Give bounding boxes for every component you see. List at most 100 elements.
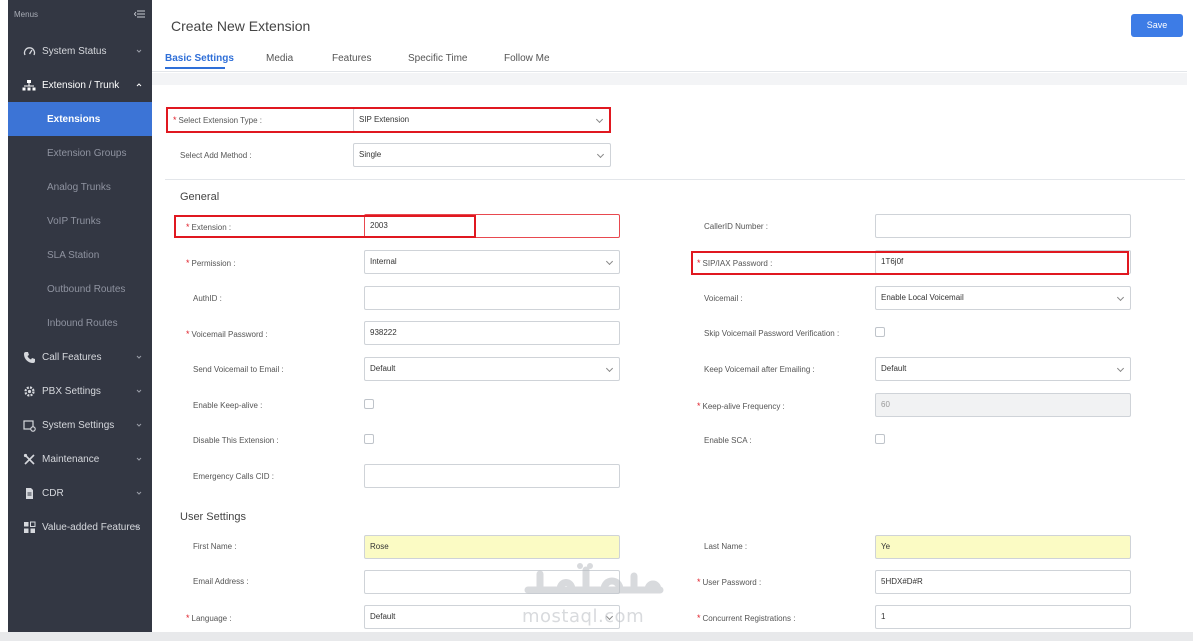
- keepalive-freq-input[interactable]: 60: [875, 393, 1131, 417]
- first-name-input[interactable]: Rose: [364, 535, 620, 559]
- section-user-settings-title: User Settings: [180, 511, 247, 523]
- add-method-label: Select Add Method :: [180, 151, 252, 160]
- first-name-label: First Name :: [193, 542, 237, 551]
- chevron-up-icon: [136, 83, 142, 87]
- sidebar-subitem-extensions[interactable]: Extensions: [8, 102, 152, 136]
- required-marker: *: [697, 401, 701, 411]
- keepalive-freq-label: * Keep-alive Frequency :: [697, 401, 785, 411]
- sca-checkbox[interactable]: [875, 434, 885, 444]
- required-marker: *: [697, 577, 701, 587]
- chevron-down-icon: [1116, 364, 1125, 373]
- authid-label: AuthID :: [193, 294, 222, 303]
- gauge-icon: [22, 44, 36, 58]
- sidebar-item-pbx-settings[interactable]: PBX Settings: [8, 374, 152, 408]
- gear-icon: [22, 384, 36, 398]
- chevron-down-icon: [136, 355, 142, 359]
- last-name-label: Last Name :: [704, 542, 748, 551]
- keep-vm-select[interactable]: Default: [875, 357, 1131, 381]
- user-password-label: * User Password :: [697, 577, 762, 587]
- chevron-down-icon: [136, 423, 142, 427]
- sidebar-item-label: CDR: [42, 488, 64, 499]
- chevron-down-icon: [596, 150, 605, 159]
- tab-specific-time[interactable]: Specific Time: [408, 53, 467, 64]
- chevron-down-icon: [605, 257, 614, 266]
- callerid-label: CallerID Number :: [704, 222, 769, 231]
- watermark-arabic-glyph: [524, 563, 664, 594]
- tab-media[interactable]: Media: [266, 53, 293, 64]
- concurrent-input[interactable]: 1: [875, 605, 1131, 629]
- permission-select[interactable]: Internal: [364, 250, 620, 274]
- add-method-select[interactable]: Single: [353, 143, 611, 167]
- disable-extension-checkbox[interactable]: [364, 434, 374, 444]
- content-header-band: [152, 73, 1187, 85]
- menus-title: Menus: [14, 10, 39, 19]
- wrench-icon: [22, 452, 36, 466]
- grid-icon: [22, 520, 36, 534]
- keepalive-label: Enable Keep-alive :: [193, 401, 263, 410]
- sidebar-subitem-analog-trunks[interactable]: Analog Trunks: [8, 170, 152, 204]
- emergency-cid-label: Emergency Calls CID :: [193, 472, 274, 481]
- document-icon: [22, 486, 36, 500]
- ext-type-select[interactable]: SIP Extension: [353, 108, 610, 132]
- required-marker: *: [186, 329, 190, 339]
- tab-follow-me[interactable]: Follow Me: [504, 53, 550, 64]
- sip-password-input[interactable]: 1T6j0f: [875, 250, 1131, 274]
- keep-vm-label: Keep Voicemail after Emailing :: [704, 365, 815, 374]
- page-title: Create New Extension: [171, 18, 311, 34]
- tab-basic-settings[interactable]: Basic Settings: [165, 53, 234, 64]
- sidebar-subitem-extension-groups[interactable]: Extension Groups: [8, 136, 152, 170]
- keepalive-checkbox[interactable]: [364, 399, 374, 409]
- sip-password-label: * SIP/IAX Password :: [697, 258, 773, 268]
- sidebar-subitem-sla-station[interactable]: SLA Station: [8, 238, 152, 272]
- sidebar-item-extension-trunk[interactable]: Extension / Trunk: [8, 68, 152, 102]
- settings-screen-icon: [22, 418, 36, 432]
- sidebar-item-system-settings[interactable]: System Settings: [8, 408, 152, 442]
- active-tab-indicator: [165, 67, 225, 69]
- chevron-down-icon: [136, 49, 142, 53]
- divider: [165, 179, 1185, 180]
- extension-input[interactable]: 2003: [364, 214, 620, 238]
- emergency-cid-input[interactable]: [364, 464, 620, 488]
- send-vm-select[interactable]: Default: [364, 357, 620, 381]
- chevron-down-icon: [136, 491, 142, 495]
- sidebar-subitem-label: Extension Groups: [47, 148, 127, 159]
- chevron-down-icon: [1116, 293, 1125, 302]
- disable-extension-label: Disable This Extension :: [193, 436, 279, 445]
- sidebar-subitem-label: Outbound Routes: [47, 284, 126, 295]
- sidebar-item-label: Call Features: [42, 352, 102, 363]
- last-name-input[interactable]: Ye: [875, 535, 1131, 559]
- tab-features[interactable]: Features: [332, 53, 371, 64]
- vm-password-label: * Voicemail Password :: [186, 329, 268, 339]
- sidebar-item-label: PBX Settings: [42, 386, 101, 397]
- skip-vm-checkbox[interactable]: [875, 327, 885, 337]
- concurrent-label: * Concurrent Registrations :: [697, 613, 796, 623]
- sidebar-item-cdr[interactable]: CDR: [8, 476, 152, 510]
- user-password-input[interactable]: 5HDX#D#R: [875, 570, 1131, 594]
- bottom-scrollbar[interactable]: [0, 632, 1193, 641]
- sidebar-subitem-outbound-routes[interactable]: Outbound Routes: [8, 272, 152, 306]
- sidebar-subitem-label: Inbound Routes: [47, 318, 118, 329]
- voicemail-label: Voicemail :: [704, 294, 743, 303]
- callerid-input[interactable]: [875, 214, 1131, 238]
- sidebar-item-call-features[interactable]: Call Features: [8, 340, 152, 374]
- send-vm-label: Send Voicemail to Email :: [193, 365, 284, 374]
- voicemail-select[interactable]: Enable Local Voicemail: [875, 286, 1131, 310]
- sidebar-subitem-voip-trunks[interactable]: VoIP Trunks: [8, 204, 152, 238]
- sidebar-item-value-added-features[interactable]: Value-added Features: [8, 510, 152, 544]
- save-button[interactable]: Save: [1131, 14, 1183, 37]
- sidebar-item-label: Extension / Trunk: [42, 80, 120, 91]
- sidebar-item-system-status[interactable]: System Status: [8, 34, 152, 68]
- sidebar-item-label: System Settings: [42, 420, 115, 431]
- permission-label: * Permission :: [186, 258, 236, 268]
- vm-password-input[interactable]: 938222: [364, 321, 620, 345]
- section-general-title: General: [180, 191, 220, 203]
- authid-input[interactable]: [364, 286, 620, 310]
- required-marker: *: [697, 613, 701, 623]
- language-label: * Language :: [186, 613, 232, 623]
- sidebar-item-maintenance[interactable]: Maintenance: [8, 442, 152, 476]
- sidebar-subitem-label: SLA Station: [47, 250, 100, 261]
- collapse-menu-icon[interactable]: [134, 8, 146, 20]
- sidebar-subitem-inbound-routes[interactable]: Inbound Routes: [8, 306, 152, 340]
- email-label: Email Address :: [193, 577, 249, 586]
- sidebar-subitem-label: Extensions: [47, 114, 101, 125]
